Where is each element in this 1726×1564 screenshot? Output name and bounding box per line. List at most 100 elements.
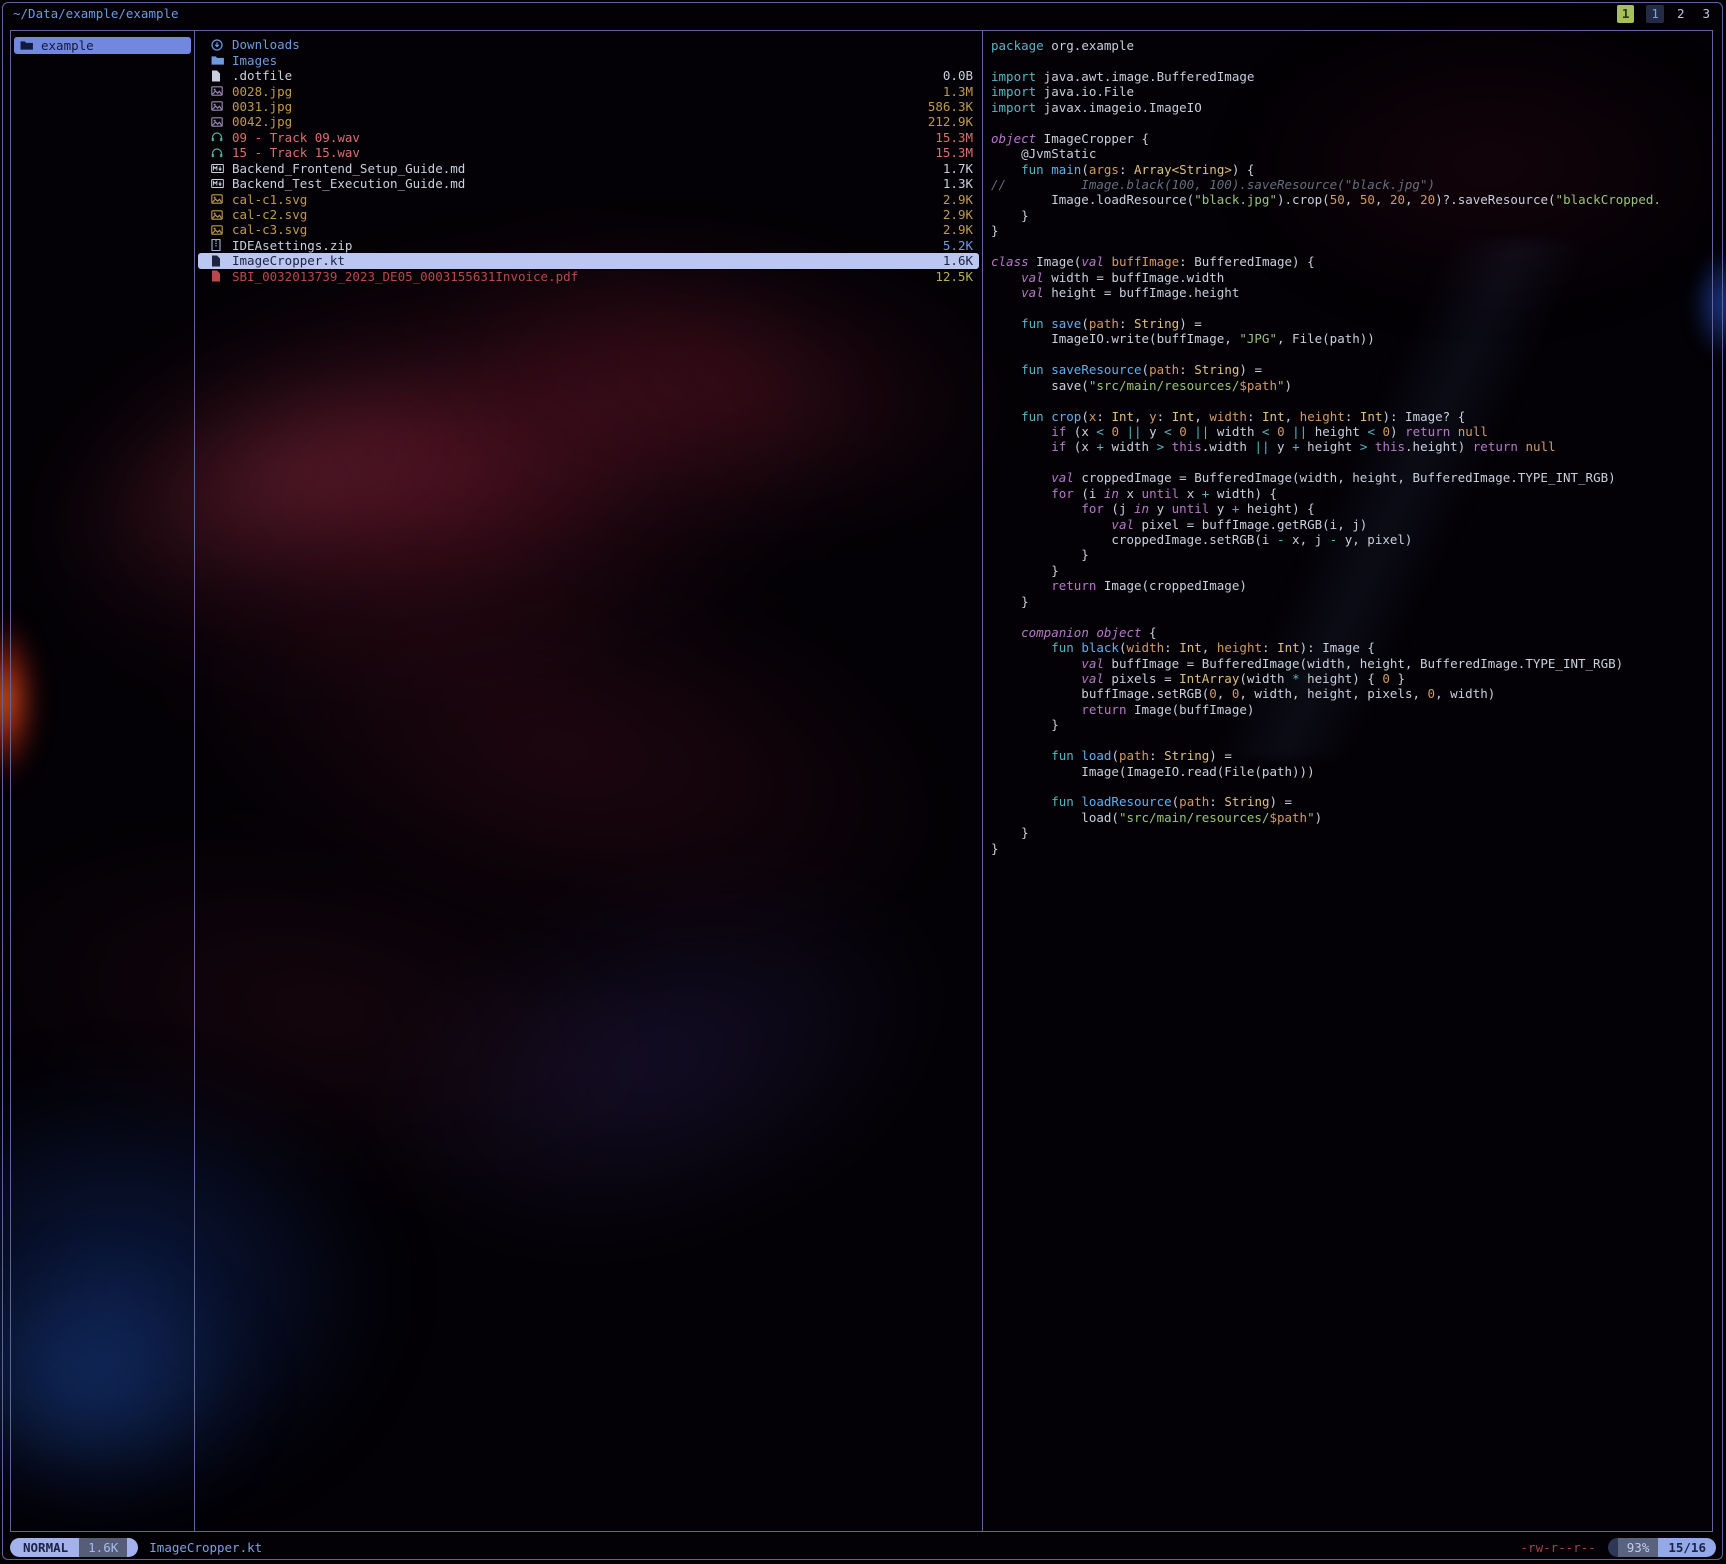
mode-badge: NORMAL <box>10 1538 79 1557</box>
file-name: 0042.jpg <box>232 114 920 129</box>
file-row[interactable]: .dotfile 0.0B <box>195 68 982 83</box>
file-row[interactable]: IDEAsettings.zip5.2K <box>195 238 982 253</box>
code-line: val pixels = IntArray(width * height) { … <box>991 671 1712 686</box>
file-name: 0031.jpg <box>232 99 920 114</box>
file-name: 09 - Track 09.wav <box>232 130 927 145</box>
code-line: import java.io.File <box>991 84 1712 99</box>
code-line <box>991 115 1712 130</box>
folder-icon <box>20 40 34 51</box>
breadcrumb-path: ~/Data/example/example <box>13 6 179 21</box>
code-line: } <box>991 563 1712 578</box>
code-line: croppedImage.setRGB(i - x, j - y, pixel) <box>991 532 1712 547</box>
tab-3[interactable]: 3 <box>1697 5 1715 23</box>
headphones-icon <box>211 147 225 159</box>
file-row[interactable]: cal-c3.svg 2.9K <box>195 222 982 237</box>
code-line: import javax.imageio.ImageIO <box>991 100 1712 115</box>
code-line: fun loadResource(path: String) = <box>991 794 1712 809</box>
code-line: buffImage.setRGB(0, 0, width, height, pi… <box>991 686 1712 701</box>
code-preview-pane[interactable]: package org.example import java.awt.imag… <box>983 31 1712 1531</box>
file-list-pane: DownloadsImages.dotfile0.0B0028.jpg1.3M0… <box>195 31 983 1531</box>
tab-2[interactable]: 2 <box>1672 5 1690 23</box>
code-line: } <box>991 841 1712 856</box>
file-size: 586.3K <box>928 99 973 114</box>
image-icon <box>211 100 225 112</box>
code-line: val height = buffImage.height <box>991 285 1712 300</box>
file-name: Downloads <box>232 37 965 52</box>
file-row[interactable]: SBI_0032013739_2023_DE05_0003155631Invoi… <box>195 269 982 284</box>
file-name: cal-c3.svg <box>232 222 935 237</box>
code-line: if (x + width > this.width || y + height… <box>991 439 1712 454</box>
code-line: fun saveResource(path: String) = <box>991 362 1712 377</box>
file-row[interactable]: Backend_Test_Execution_Guide.md1.3K <box>195 176 982 191</box>
parent-dir-item[interactable]: example <box>14 37 191 54</box>
code-line: ImageIO.write(buffImage, "JPG", File(pat… <box>991 331 1712 346</box>
file-name: .dotfile <box>232 68 935 83</box>
code-line: return Image(buffImage) <box>991 702 1712 717</box>
file-size: 2.9K <box>943 207 973 222</box>
code-line: fun main(args: Array<String>) { <box>991 162 1712 177</box>
file-size: 1.7K <box>943 161 973 176</box>
file-size: 0.0B <box>943 68 973 83</box>
code-line: } <box>991 208 1712 223</box>
file-name: 15 - Track 15.wav <box>232 145 927 160</box>
code-line: } <box>991 825 1712 840</box>
code-line: for (i in x until x + width) { <box>991 486 1712 501</box>
code-line: val width = buffImage.width <box>991 270 1712 285</box>
code-line: } <box>991 594 1712 609</box>
code-line <box>991 779 1712 794</box>
code-line <box>991 239 1712 254</box>
pill-cap <box>127 1538 138 1557</box>
code-line <box>991 53 1712 68</box>
file-name: ImageCropper.kt <box>232 253 935 268</box>
file-row[interactable]: Downloads <box>195 37 982 52</box>
file-row[interactable]: cal-c2.svg2.9K <box>195 207 982 222</box>
task-count-badge: 1 <box>1617 5 1635 23</box>
code-line: // Image.black(100, 100).saveResource("b… <box>991 177 1712 192</box>
position-pill: 93% 15/16 <box>1608 1538 1716 1557</box>
code-line: } <box>991 547 1712 562</box>
file-row[interactable]: 0031.jpg 586.3K <box>195 99 982 114</box>
code-line: } <box>991 717 1712 732</box>
code-line: import java.awt.image.BufferedImage <box>991 69 1712 84</box>
markdown-icon <box>211 163 225 174</box>
statusbar-filename: ImageCropper.kt <box>149 1540 262 1555</box>
file-name: SBI_0032013739_2023_DE05_0003155631Invoi… <box>232 269 927 284</box>
file-size: 15.3M <box>935 145 973 160</box>
parent-directory-pane: example <box>11 31 195 1531</box>
image-icon <box>211 193 225 205</box>
file-size: 15.3M <box>935 130 973 145</box>
code-line: companion object { <box>991 625 1712 640</box>
code-line: if (x < 0 || y < 0 || width < 0 || heigh… <box>991 424 1712 439</box>
code-line: val pixel = buffImage.getRGB(i, j) <box>991 517 1712 532</box>
file-row[interactable]: 0028.jpg1.3M <box>195 83 982 98</box>
code-line: } <box>991 223 1712 238</box>
file-row[interactable]: ImageCropper.kt 1.6K <box>198 253 979 268</box>
file-name: IDEAsettings.zip <box>232 238 935 253</box>
file-row[interactable]: 09 - Track 09.wav 15.3M <box>195 130 982 145</box>
file-size: 1.6K <box>943 253 973 268</box>
file-row[interactable]: Backend_Frontend_Setup_Guide.md 1.7K <box>195 161 982 176</box>
file-size: 2.9K <box>943 222 973 237</box>
code-line: fun crop(x: Int, y: Int, width: Int, hei… <box>991 409 1712 424</box>
pdf-icon <box>211 270 225 282</box>
code-line: object ImageCropper { <box>991 131 1712 146</box>
code-line: save("src/main/resources/$path") <box>991 378 1712 393</box>
code-line <box>991 733 1712 748</box>
file-row[interactable]: cal-c1.svg2.9K <box>195 191 982 206</box>
file-row[interactable]: 0042.jpg212.9K <box>195 114 982 129</box>
tab-1[interactable]: 1 <box>1646 5 1664 23</box>
file-name: Backend_Frontend_Setup_Guide.md <box>232 161 935 176</box>
tabs-group: 123 <box>1646 5 1715 23</box>
file-row[interactable]: Images <box>195 52 982 67</box>
file-row[interactable]: 15 - Track 15.wav 15.3M <box>195 145 982 160</box>
file-size: 12.5K <box>935 269 973 284</box>
download-icon <box>211 39 225 51</box>
cursor-position: 15/16 <box>1658 1538 1716 1557</box>
code-line: package org.example <box>991 38 1712 53</box>
code-line: Image.loadResource("black.jpg").crop(50,… <box>991 192 1712 207</box>
file-name: Backend_Test_Execution_Guide.md <box>232 176 935 191</box>
headphones-icon <box>211 131 225 143</box>
tab-bar: 1 123 <box>1617 5 1715 23</box>
dir-name: example <box>41 38 185 53</box>
image-icon <box>211 209 225 221</box>
